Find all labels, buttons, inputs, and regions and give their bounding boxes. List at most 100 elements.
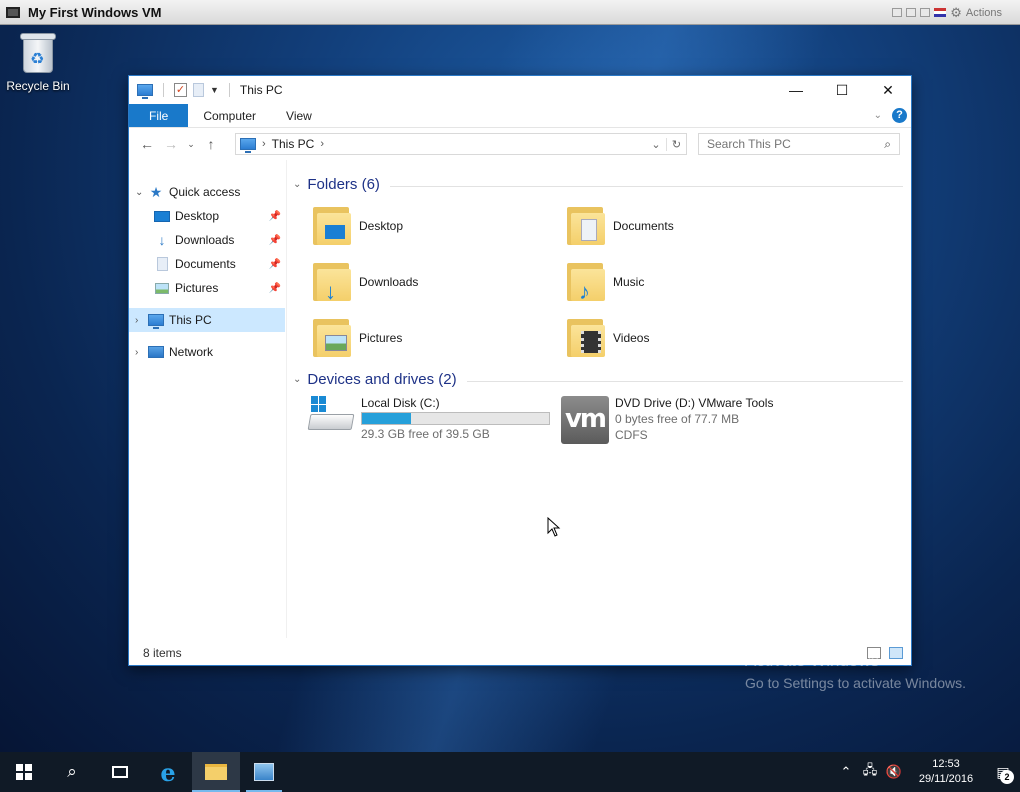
nav-item-documents[interactable]: Documents 📌 (129, 252, 285, 276)
vm-restore-icon[interactable] (892, 8, 903, 17)
server-manager-button[interactable] (240, 752, 288, 792)
network-tray-icon[interactable]: 🖧 (858, 761, 882, 783)
activation-watermark: Activate Windows Go to Settings to activ… (745, 651, 966, 691)
pin-icon: 📌 (268, 234, 281, 246)
folder-pictures[interactable]: Pictures (313, 314, 402, 362)
downloads-icon: ↓ (158, 232, 166, 248)
clock[interactable]: 12:53 29/11/2016 (910, 757, 982, 787)
network-icon (148, 346, 164, 358)
close-button[interactable]: ✕ (865, 76, 911, 104)
chevron-right-icon[interactable]: › (135, 347, 147, 358)
ribbon-tabs: File Computer View ⌄ ? (129, 104, 911, 128)
drive-dvd-d[interactable]: vm DVD Drive (D:) VMware Tools 0 bytes f… (561, 396, 773, 444)
nav-this-pc[interactable]: › This PC (129, 308, 285, 332)
search-box[interactable]: ⌕ (698, 133, 900, 155)
internet-explorer-icon: e (160, 757, 176, 787)
nav-item-desktop[interactable]: Desktop 📌 (129, 204, 285, 228)
this-pc-icon (137, 84, 153, 99)
folder-desktop[interactable]: Desktop (313, 202, 403, 250)
folder-name: Videos (613, 331, 650, 345)
new-folder-icon[interactable] (193, 83, 204, 97)
forward-button[interactable]: → (159, 136, 183, 152)
back-button[interactable]: ← (135, 136, 159, 152)
folder-documents-icon (567, 205, 607, 247)
folder-downloads-icon: ↓ (313, 261, 353, 304)
recent-locations-icon[interactable]: ⌄ (183, 139, 199, 150)
task-view-icon (112, 766, 128, 778)
up-button[interactable]: ↑ (199, 136, 223, 152)
drive-filesystem: CDFS (615, 428, 648, 442)
clock-time: 12:53 (932, 758, 960, 770)
nav-item-downloads[interactable]: ↓ Downloads 📌 (129, 228, 285, 252)
folder-downloads[interactable]: ↓ Downloads (313, 258, 418, 306)
start-button[interactable] (0, 752, 48, 792)
collapse-chevron-icon[interactable]: ⌄ (293, 179, 301, 190)
tab-file[interactable]: File (129, 104, 189, 127)
search-icon[interactable]: ⌕ (884, 137, 891, 152)
system-tray: ⌃ 🖧 🔇 12:53 29/11/2016 ▤ 2 (834, 752, 1020, 792)
devices-group-header[interactable]: ⌄ Devices and drives (2) (293, 371, 903, 388)
window-title: This PC (239, 83, 283, 97)
action-center-button[interactable]: ▤ 2 (986, 752, 1020, 792)
expand-ribbon-icon[interactable]: ⌄ (874, 110, 882, 121)
nav-this-pc-label: This PC (169, 313, 212, 327)
help-icon[interactable]: ? (892, 108, 907, 123)
nav-item-label: Pictures (175, 281, 219, 295)
maximize-button[interactable]: ☐ (819, 76, 865, 104)
desktop-icon (154, 210, 170, 222)
folder-documents[interactable]: Documents (567, 202, 674, 250)
actions-menu[interactable]: Actions (966, 7, 1002, 19)
expand-chevron-icon[interactable]: ⌄ (135, 187, 147, 198)
collapse-chevron-icon[interactable]: ⌄ (293, 374, 301, 385)
address-bar[interactable]: › This PC › ⌄ ↻ (235, 133, 687, 155)
watermark-subtitle: Go to Settings to activate Windows. (745, 675, 966, 691)
taskbar: ⌕ e ⌃ 🖧 🔇 12:53 29/11/2016 ▤ 2 (0, 752, 1020, 792)
chevron-right-icon[interactable]: › (320, 138, 324, 150)
minimize-button[interactable]: — (773, 76, 819, 104)
content-pane: ⌄ Folders (6) Desktop Documents ↓ Downlo… (287, 160, 911, 638)
tab-computer[interactable]: Computer (188, 104, 271, 127)
pin-icon: 📌 (268, 210, 281, 222)
chevron-right-icon[interactable]: › (262, 138, 266, 150)
file-explorer-icon (205, 764, 227, 780)
keyboard-flag-icon[interactable] (934, 8, 947, 17)
show-hidden-icons-icon[interactable]: ⌃ (834, 764, 858, 780)
vm-title: My First Windows VM (28, 4, 162, 20)
nav-item-pictures[interactable]: Pictures 📌 (129, 276, 285, 300)
folder-music[interactable]: ♪ Music (567, 258, 644, 306)
search-input[interactable] (707, 137, 867, 151)
folders-group-header[interactable]: ⌄ Folders (6) (293, 176, 903, 193)
folder-videos[interactable]: Videos (567, 314, 649, 362)
gear-icon[interactable]: ⚙ (950, 5, 962, 21)
properties-icon[interactable]: ✓ (174, 83, 187, 97)
search-button[interactable]: ⌕ (48, 752, 96, 792)
vm-window-icon-2[interactable] (906, 8, 917, 17)
windows-logo-icon (16, 764, 32, 780)
hard-drive-icon (307, 396, 355, 436)
internet-explorer-button[interactable]: e (144, 752, 192, 792)
explorer-title-bar[interactable]: ✓ ▼ This PC — ☐ ✕ (129, 76, 911, 104)
file-explorer-taskbar-button[interactable] (192, 752, 240, 792)
address-pc-icon (240, 138, 256, 153)
drive-local-disk-c[interactable]: Local Disk (C:) 29.3 GB free of 39.5 GB (307, 396, 550, 441)
breadcrumb-this-pc[interactable]: This PC (272, 137, 315, 151)
refresh-icon[interactable]: ↻ (666, 137, 686, 151)
recycle-bin-shortcut[interactable]: ♻ Recycle Bin (4, 33, 72, 93)
customize-toolbar-icon[interactable]: ▼ (210, 85, 219, 95)
server-manager-icon (254, 763, 274, 781)
nav-quick-access[interactable]: ⌄ ★ Quick access (129, 180, 285, 204)
devices-group-label: Devices and drives (2) (307, 371, 467, 388)
this-pc-icon (148, 314, 164, 329)
folder-name: Music (613, 275, 645, 289)
folder-name: Pictures (359, 331, 403, 345)
pin-icon: 📌 (268, 282, 281, 294)
task-view-button[interactable] (96, 752, 144, 792)
quick-access-toolbar: ✓ ▼ (129, 83, 234, 99)
volume-muted-icon[interactable]: 🔇 (882, 764, 906, 780)
tab-view[interactable]: View (271, 104, 327, 127)
chevron-right-icon[interactable]: › (135, 315, 147, 326)
folder-videos-icon (567, 317, 607, 359)
nav-network[interactable]: › Network (129, 340, 285, 364)
vm-window-icon-3[interactable] (920, 8, 931, 17)
address-dropdown-icon[interactable]: ⌄ (646, 138, 666, 151)
